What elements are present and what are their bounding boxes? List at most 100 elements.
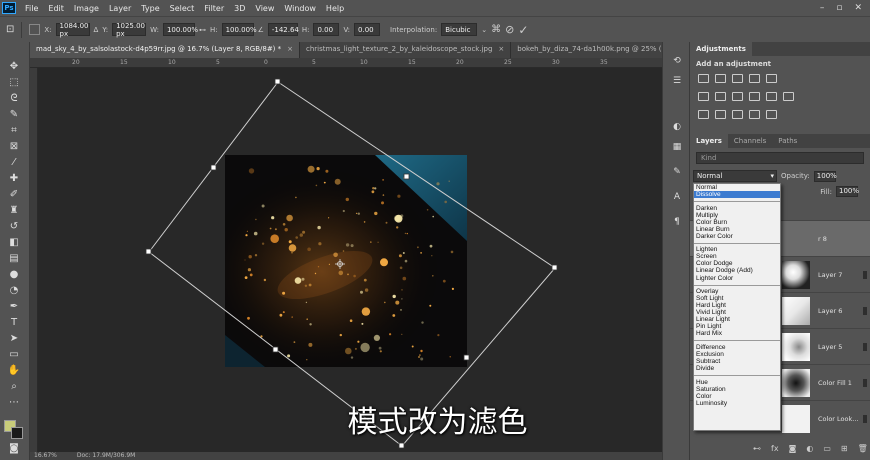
- color-lookup-icon[interactable]: [783, 92, 794, 101]
- layer-visibility-icon[interactable]: [863, 271, 867, 279]
- color-balance-icon[interactable]: [715, 92, 726, 101]
- adjustments-title: Add an adjustment: [696, 60, 772, 68]
- transform-handle[interactable]: [210, 164, 217, 171]
- dropdown-separator: [694, 337, 780, 344]
- layers-tab-bar: Layers Channels Paths: [690, 134, 870, 148]
- blend-mode-option[interactable]: Subtract: [694, 358, 780, 365]
- brush-settings-icon[interactable]: ✎: [671, 167, 683, 179]
- mask-icon[interactable]: ◙: [789, 444, 797, 453]
- blend-mode-option[interactable]: Hard Mix: [694, 330, 780, 337]
- gradient-map-icon[interactable]: [766, 110, 777, 119]
- link-layers-icon[interactable]: ⊷: [753, 444, 761, 453]
- transform-handle[interactable]: [398, 442, 405, 449]
- blend-mode-option[interactable]: Dissolve: [694, 191, 780, 199]
- blend-mode-option[interactable]: Difference: [694, 344, 780, 351]
- blend-mode-option[interactable]: Darken: [694, 205, 780, 212]
- blend-mode-option[interactable]: Screen: [694, 253, 780, 260]
- transform-handle[interactable]: [274, 78, 281, 85]
- blend-mode-option[interactable]: Pin Light: [694, 323, 780, 330]
- doc-size: Doc: 17.9M/306.9M: [76, 452, 136, 459]
- blend-mode-option[interactable]: Saturation: [694, 386, 780, 393]
- dropdown-separator: [694, 282, 780, 289]
- blend-mode-option[interactable]: Soft Light: [694, 295, 780, 302]
- curves-icon[interactable]: [732, 74, 743, 83]
- tab-adjustments[interactable]: Adjustments: [690, 42, 752, 56]
- transform-center-icon[interactable]: [335, 259, 345, 269]
- blend-mode-option[interactable]: Darker Color: [694, 233, 780, 240]
- blend-mode-option[interactable]: Color Dodge: [694, 260, 780, 267]
- blend-row: Normal Opacity: 100%: [690, 168, 870, 184]
- threshold-icon[interactable]: [732, 110, 743, 119]
- adjustment-layer-icon[interactable]: ◐: [806, 444, 813, 453]
- blend-mode-option[interactable]: Vivid Light: [694, 309, 780, 316]
- dropdown-separator: [694, 198, 780, 205]
- blend-mode-option[interactable]: Linear Dodge (Add): [694, 267, 780, 274]
- tab-channels[interactable]: Channels: [728, 134, 772, 148]
- group-icon[interactable]: ▭: [823, 444, 831, 453]
- levels-icon[interactable]: [715, 74, 726, 83]
- layer-visibility-icon[interactable]: [863, 379, 867, 387]
- blend-mode-option[interactable]: Lighten: [694, 246, 780, 253]
- layer-thumbnail: [782, 297, 810, 325]
- blend-mode-option[interactable]: Multiply: [694, 212, 780, 219]
- adjustment-icons-row-2: [690, 90, 870, 103]
- layer-thumbnail: [782, 333, 810, 361]
- opacity-label: Opacity:: [781, 172, 810, 180]
- posterize-icon[interactable]: [715, 110, 726, 119]
- paragraph-icon[interactable]: ¶: [671, 217, 683, 229]
- adjustment-icons-row-1: [690, 72, 870, 85]
- blend-mode-option[interactable]: Linear Light: [694, 316, 780, 323]
- history-icon[interactable]: ⟲: [671, 56, 683, 68]
- color-icon[interactable]: ◐: [671, 122, 683, 134]
- blend-mode-option[interactable]: Hard Light: [694, 302, 780, 309]
- transform-handle[interactable]: [145, 248, 152, 255]
- zoom-level[interactable]: 16.67%: [34, 452, 57, 460]
- blend-mode-select[interactable]: Normal: [693, 170, 777, 182]
- tab-paths[interactable]: Paths: [772, 134, 803, 148]
- dropdown-separator: [694, 372, 780, 379]
- black-white-icon[interactable]: [732, 92, 743, 101]
- blend-mode-option[interactable]: Divide: [694, 365, 780, 372]
- channel-mixer-icon[interactable]: [766, 92, 777, 101]
- hue-saturation-icon[interactable]: [698, 92, 709, 101]
- layer-thumbnail: [782, 261, 810, 289]
- invert-icon[interactable]: [698, 110, 709, 119]
- tab-layers[interactable]: Layers: [690, 134, 728, 148]
- trash-icon[interactable]: 🗑: [858, 444, 868, 453]
- photo-filter-icon[interactable]: [749, 92, 760, 101]
- brightness-icon[interactable]: [698, 74, 709, 83]
- opacity-input[interactable]: 100%: [813, 170, 837, 182]
- swatches-icon[interactable]: ▦: [671, 142, 683, 154]
- fx-icon[interactable]: fx: [771, 444, 779, 453]
- transform-handle[interactable]: [551, 264, 558, 271]
- new-layer-icon[interactable]: ⊞: [841, 444, 848, 453]
- blend-mode-option[interactable]: Overlay: [694, 288, 780, 295]
- exposure-icon[interactable]: [749, 74, 760, 83]
- blend-mode-dropdown: Normal Dissolve Darken Multiply Color Burn Li…: [693, 183, 781, 431]
- fill-input[interactable]: 100%: [836, 186, 859, 197]
- blend-mode-option[interactable]: Exclusion: [694, 351, 780, 358]
- layer-name: Layer 7: [818, 271, 843, 279]
- layer-thumbnail: [782, 369, 810, 397]
- adjustment-icons-row-3: [690, 108, 870, 121]
- transform-handle[interactable]: [272, 346, 279, 353]
- blend-mode-option[interactable]: Normal: [694, 184, 780, 191]
- layer-filter-input[interactable]: Kind: [696, 152, 864, 164]
- layers-footer: ⊷ fx ◙ ◐ ▭ ⊞ 🗑: [750, 442, 870, 455]
- character-icon[interactable]: A: [671, 192, 683, 204]
- selective-color-icon[interactable]: [749, 110, 760, 119]
- blend-mode-option[interactable]: Lighter Color: [694, 275, 780, 282]
- layer-name: Layer 6: [818, 307, 843, 315]
- vibrance-icon[interactable]: [766, 74, 777, 83]
- blend-mode-option[interactable]: Linear Burn: [694, 226, 780, 233]
- blend-mode-option[interactable]: Color Burn: [694, 219, 780, 226]
- layer-visibility-icon[interactable]: [863, 307, 867, 315]
- properties-icon[interactable]: ☰: [671, 76, 683, 88]
- layer-visibility-icon[interactable]: [863, 343, 867, 351]
- layer-name: Layer 5: [818, 343, 843, 351]
- layer-name: Color Fill 1: [818, 379, 852, 387]
- blend-mode-option[interactable]: Hue: [694, 379, 780, 386]
- transform-handle[interactable]: [463, 354, 470, 361]
- transform-handle[interactable]: [403, 173, 410, 180]
- layer-name: r 8: [818, 235, 827, 243]
